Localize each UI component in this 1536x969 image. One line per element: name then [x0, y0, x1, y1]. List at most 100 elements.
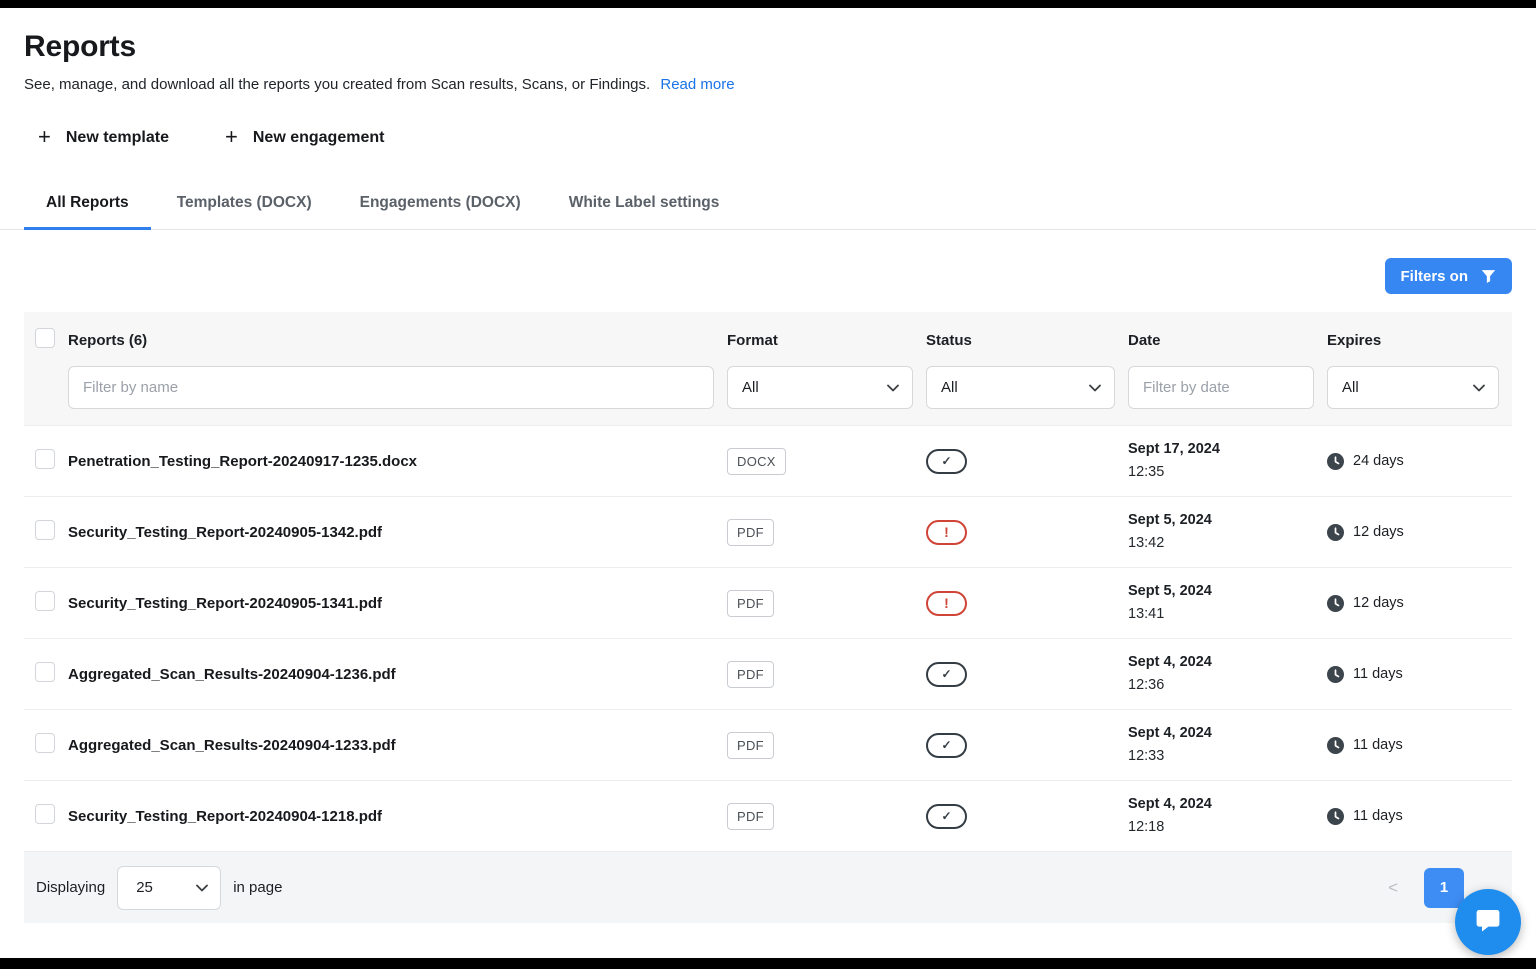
page-size-value: 25 — [136, 879, 153, 896]
page-title: Reports — [24, 30, 1512, 64]
table-head: Reports (6) Format Status Date Expires A… — [24, 312, 1512, 425]
plus-icon: + — [38, 126, 51, 148]
clock-icon — [1327, 453, 1344, 470]
screen-edge-bottom — [0, 958, 1536, 969]
report-name[interactable]: Aggregated_Scan_Results-20240904-1236.pd… — [68, 666, 727, 683]
column-status: Status — [926, 332, 1128, 349]
chevron-down-icon — [196, 884, 208, 892]
new-engagement-button[interactable]: + New engagement — [225, 127, 384, 149]
column-format: Format — [727, 332, 926, 349]
expires-text: 11 days — [1353, 666, 1403, 682]
new-engagement-label: New engagement — [253, 129, 385, 147]
page-1-button[interactable]: 1 — [1424, 868, 1464, 908]
chevron-down-icon — [1089, 384, 1101, 392]
tab-bar: All Reports Templates (DOCX) Engagements… — [0, 177, 1536, 230]
chat-widget-button[interactable] — [1455, 889, 1521, 955]
report-date: Sept 4, 2024 — [1128, 651, 1327, 674]
clock-icon — [1327, 666, 1344, 683]
column-date: Date — [1128, 332, 1327, 349]
filter-row: All All All — [24, 366, 1512, 409]
format-filter-value: All — [742, 379, 759, 396]
chevron-down-icon — [887, 384, 899, 392]
filters-on-label: Filters on — [1400, 268, 1468, 285]
name-filter-input[interactable] — [68, 366, 714, 409]
row-checkbox[interactable] — [35, 662, 55, 682]
reports-table: Reports (6) Format Status Date Expires A… — [24, 312, 1512, 923]
format-badge: PDF — [727, 661, 774, 688]
page-header: Reports See, manage, and download all th… — [0, 0, 1536, 149]
report-time: 13:41 — [1128, 603, 1327, 626]
report-name[interactable]: Aggregated_Scan_Results-20240904-1233.pd… — [68, 737, 727, 754]
expires-text: 12 days — [1353, 524, 1404, 540]
report-date: Sept 4, 2024 — [1128, 793, 1327, 816]
clock-icon — [1327, 524, 1344, 541]
table-row: Security_Testing_Report-20240905-1342.pd… — [24, 496, 1512, 567]
tab-all-reports[interactable]: All Reports — [24, 177, 151, 229]
filters-on-button[interactable]: Filters on — [1385, 258, 1512, 294]
row-checkbox[interactable] — [35, 449, 55, 469]
expires-text: 12 days — [1353, 595, 1404, 611]
status-filter-value: All — [941, 379, 958, 396]
expires-filter-select[interactable]: All — [1327, 366, 1499, 409]
table-row: Aggregated_Scan_Results-20240904-1236.pd… — [24, 638, 1512, 709]
format-filter-select[interactable]: All — [727, 366, 913, 409]
tab-templates-docx[interactable]: Templates (DOCX) — [155, 177, 334, 229]
clock-icon — [1327, 595, 1344, 612]
new-template-button[interactable]: + New template — [38, 127, 169, 149]
table-row: Security_Testing_Report-20240905-1341.pd… — [24, 567, 1512, 638]
table-toolbar: Filters on — [0, 230, 1536, 312]
report-time: 12:18 — [1128, 816, 1327, 839]
row-checkbox[interactable] — [35, 591, 55, 611]
filter-funnel-icon — [1480, 268, 1497, 285]
format-badge: PDF — [727, 803, 774, 830]
chat-bubble-icon — [1472, 904, 1504, 941]
page-subtitle: See, manage, and download all the report… — [24, 76, 1512, 93]
clock-icon — [1327, 808, 1344, 825]
report-name[interactable]: Security_Testing_Report-20240905-1341.pd… — [68, 595, 727, 612]
report-name[interactable]: Penetration_Testing_Report-20240917-1235… — [68, 453, 727, 470]
displaying-label: Displaying — [36, 879, 105, 896]
read-more-link[interactable]: Read more — [660, 76, 734, 93]
tab-engagements-docx[interactable]: Engagements (DOCX) — [338, 177, 543, 229]
report-date: Sept 5, 2024 — [1128, 580, 1327, 603]
status-icon — [926, 449, 967, 474]
format-badge: PDF — [727, 519, 774, 546]
select-all-checkbox[interactable] — [35, 328, 55, 348]
prev-page-button[interactable]: < — [1388, 878, 1398, 898]
status-icon — [926, 520, 967, 545]
status-icon — [926, 733, 967, 758]
report-time: 12:33 — [1128, 745, 1327, 768]
report-time: 12:35 — [1128, 461, 1327, 484]
table-row: Security_Testing_Report-20240904-1218.pd… — [24, 780, 1512, 851]
date-filter-input[interactable] — [1128, 366, 1314, 409]
status-icon — [926, 591, 967, 616]
column-expires: Expires — [1327, 332, 1512, 349]
tab-white-label-settings[interactable]: White Label settings — [547, 177, 742, 229]
clock-icon — [1327, 737, 1344, 754]
expires-text: 11 days — [1353, 737, 1403, 753]
report-time: 12:36 — [1128, 674, 1327, 697]
row-checkbox[interactable] — [35, 520, 55, 540]
expires-text: 11 days — [1353, 808, 1403, 824]
status-icon — [926, 662, 967, 687]
column-reports: Reports (6) — [68, 332, 727, 349]
page-size-select[interactable]: 25 — [117, 866, 221, 910]
header-actions: + New template + New engagement — [24, 127, 1512, 149]
report-name[interactable]: Security_Testing_Report-20240904-1218.pd… — [68, 808, 727, 825]
new-template-label: New template — [66, 129, 169, 147]
report-time: 13:42 — [1128, 532, 1327, 555]
screen-edge-top — [0, 0, 1536, 8]
expires-filter-value: All — [1342, 379, 1359, 396]
column-header-row: Reports (6) Format Status Date Expires — [24, 328, 1512, 353]
format-badge: PDF — [727, 590, 774, 617]
report-name[interactable]: Security_Testing_Report-20240905-1342.pd… — [68, 524, 727, 541]
report-date: Sept 4, 2024 — [1128, 722, 1327, 745]
pagination-bar: Displaying 25 in page < 1 — [24, 851, 1512, 923]
status-filter-select[interactable]: All — [926, 366, 1115, 409]
row-checkbox[interactable] — [35, 733, 55, 753]
table-row: Aggregated_Scan_Results-20240904-1233.pd… — [24, 709, 1512, 780]
format-badge: DOCX — [727, 448, 786, 475]
report-date: Sept 17, 2024 — [1128, 438, 1327, 461]
row-checkbox[interactable] — [35, 804, 55, 824]
plus-icon: + — [225, 126, 238, 148]
